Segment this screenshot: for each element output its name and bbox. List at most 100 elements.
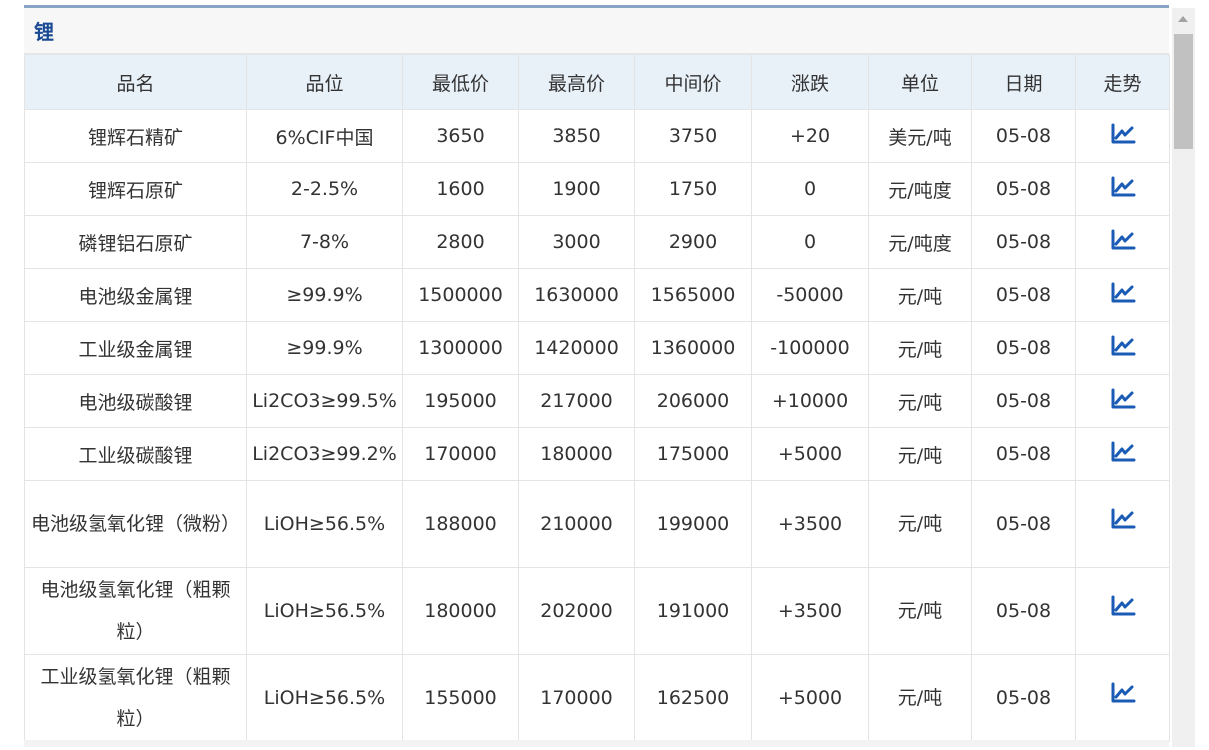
header-trend: 走势 [1075, 54, 1170, 110]
table-row: 磷锂铝石原矿 7-8% 2800 3000 2900 0 元/吨度 05-08 [24, 215, 1170, 269]
cell-date: 05-08 [971, 268, 1076, 322]
table-row: 电池级氢氧化锂（微粉） LiOH≥56.5% 188000 210000 199000 +… [24, 480, 1170, 568]
trend-chart-icon [1111, 441, 1135, 461]
header-grade: 品位 [246, 54, 403, 110]
cell-name: 电池级金属锂 [24, 268, 247, 322]
table-row: 电池级碳酸锂 Li2CO3≥99.5% 195000 217000 206000 +100… [24, 374, 1170, 428]
cell-change: -100000 [751, 321, 869, 375]
cell-change: +5000 [751, 654, 869, 742]
cell-unit: 元/吨度 [868, 162, 972, 216]
cell-grade: LiOH≥56.5% [246, 567, 403, 655]
cell-change: 0 [751, 215, 869, 269]
cell-mid-price: 199000 [634, 480, 752, 568]
cell-name: 电池级碳酸锂 [24, 374, 247, 428]
cell-high-price: 170000 [518, 654, 635, 742]
scrollbar-thumb[interactable] [1174, 34, 1193, 149]
vertical-scrollbar[interactable] [1172, 8, 1195, 747]
cell-name: 电池级氢氧化锂（微粉） [24, 480, 247, 568]
cell-date: 05-08 [971, 374, 1076, 428]
cell-grade: 7-8% [246, 215, 403, 269]
cell-change: +3500 [751, 480, 869, 568]
trend-chart-button[interactable] [1110, 595, 1136, 617]
cell-low-price: 180000 [402, 567, 519, 655]
trend-chart-button[interactable] [1110, 282, 1136, 304]
scroll-up-arrow-icon[interactable] [1178, 16, 1188, 22]
cell-mid-price: 206000 [634, 374, 752, 428]
cell-mid-price: 1565000 [634, 268, 752, 322]
cell-unit: 元/吨 [868, 374, 972, 428]
cell-mid-price: 175000 [634, 427, 752, 481]
cell-low-price: 2800 [402, 215, 519, 269]
cell-high-price: 217000 [518, 374, 635, 428]
cell-grade: ≥99.9% [246, 268, 403, 322]
trend-chart-icon [1111, 335, 1135, 355]
cell-date: 05-08 [971, 109, 1076, 163]
cell-date: 05-08 [971, 215, 1076, 269]
trend-chart-button[interactable] [1110, 229, 1136, 251]
trend-chart-button[interactable] [1110, 441, 1136, 463]
trend-chart-icon [1111, 682, 1135, 703]
cell-trend [1075, 268, 1170, 322]
cell-mid-price: 1360000 [634, 321, 752, 375]
cell-date: 05-08 [971, 162, 1076, 216]
cell-grade: Li2CO3≥99.2% [246, 427, 403, 481]
cell-name: 磷锂铝石原矿 [24, 215, 247, 269]
trend-chart-icon [1111, 388, 1135, 408]
cell-change: +3500 [751, 567, 869, 655]
cell-grade: Li2CO3≥99.5% [246, 374, 403, 428]
trend-chart-button[interactable] [1110, 508, 1136, 530]
cell-trend [1075, 215, 1170, 269]
table-row: 工业级碳酸锂 Li2CO3≥99.2% 170000 180000 175000 +500… [24, 427, 1170, 481]
cell-low-price: 188000 [402, 480, 519, 568]
header-unit: 单位 [868, 54, 972, 110]
table-row: 电池级金属锂 ≥99.9% 1500000 1630000 1565000 -50000 元… [24, 268, 1170, 322]
cell-unit: 元/吨 [868, 654, 972, 742]
cell-name: 锂辉石精矿 [24, 109, 247, 163]
cell-mid-price: 2900 [634, 215, 752, 269]
cell-high-price: 180000 [518, 427, 635, 481]
cell-high-price: 1900 [518, 162, 635, 216]
cell-high-price: 1420000 [518, 321, 635, 375]
cell-name: 工业级氢氧化锂（粗颗粒） [24, 654, 247, 742]
cell-trend [1075, 374, 1170, 428]
trend-chart-button[interactable] [1110, 123, 1136, 145]
trend-chart-button[interactable] [1110, 388, 1136, 410]
table-header-row: 品名 品位 最低价 最高价 中间价 涨跌 单位 日期 走势 [24, 54, 1170, 110]
table-row: 工业级氢氧化锂（粗颗粒） LiOH≥56.5% 155000 170000 162500… [24, 654, 1170, 742]
cell-trend [1075, 567, 1170, 655]
cell-high-price: 210000 [518, 480, 635, 568]
cell-high-price: 1630000 [518, 268, 635, 322]
cell-mid-price: 3750 [634, 109, 752, 163]
header-mid-price: 中间价 [634, 54, 752, 110]
cell-grade: LiOH≥56.5% [246, 480, 403, 568]
cell-high-price: 202000 [518, 567, 635, 655]
cell-mid-price: 1750 [634, 162, 752, 216]
cell-name: 工业级碳酸锂 [24, 427, 247, 481]
cell-date: 05-08 [971, 480, 1076, 568]
cell-low-price: 1500000 [402, 268, 519, 322]
cell-grade: ≥99.9% [246, 321, 403, 375]
cell-change: +20 [751, 109, 869, 163]
table-row: 电池级氢氧化锂（粗颗粒） LiOH≥56.5% 180000 202000 191000… [24, 567, 1170, 655]
trend-chart-icon [1111, 508, 1135, 529]
cell-unit: 元/吨度 [868, 215, 972, 269]
header-name: 品名 [24, 54, 247, 110]
cell-low-price: 170000 [402, 427, 519, 481]
cell-unit: 元/吨 [868, 268, 972, 322]
cell-grade: 2-2.5% [246, 162, 403, 216]
panel-title: 锂 [34, 20, 54, 44]
cell-unit: 美元/吨 [868, 109, 972, 163]
next-row-strip [24, 740, 1169, 747]
cell-date: 05-08 [971, 567, 1076, 655]
cell-unit: 元/吨 [868, 567, 972, 655]
cell-date: 05-08 [971, 321, 1076, 375]
trend-chart-button[interactable] [1110, 335, 1136, 357]
cell-grade: LiOH≥56.5% [246, 654, 403, 742]
cell-name: 电池级氢氧化锂（粗颗粒） [24, 567, 247, 655]
cell-low-price: 195000 [402, 374, 519, 428]
trend-chart-button[interactable] [1110, 682, 1136, 704]
header-high-price: 最高价 [518, 54, 635, 110]
trend-chart-button[interactable] [1110, 176, 1136, 198]
cell-mid-price: 162500 [634, 654, 752, 742]
cell-name: 工业级金属锂 [24, 321, 247, 375]
